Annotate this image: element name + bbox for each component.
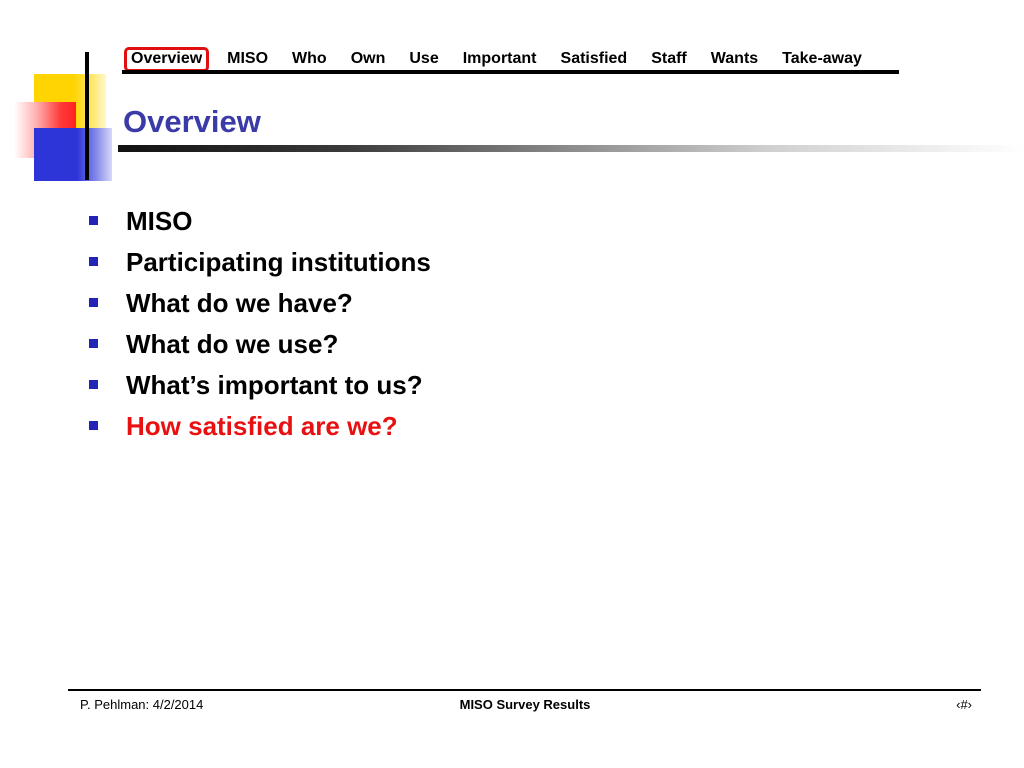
nav-item-miso[interactable]: MISO: [221, 47, 274, 72]
nav-item-take-away[interactable]: Take-away: [776, 47, 868, 72]
list-item: What do we have?: [86, 282, 431, 323]
square-bullet-icon: [89, 380, 98, 389]
footer-presentation-title: MISO Survey Results: [459, 697, 591, 712]
slide-title: Overview: [123, 104, 261, 139]
decorative-blue-square: [34, 128, 112, 181]
footer-author-date: P. Pehlman: 4/2/2014: [80, 697, 204, 712]
nav-item-wants[interactable]: Wants: [705, 47, 764, 72]
bullet-text: What do we have?: [126, 287, 353, 318]
list-item: Participating institutions: [86, 241, 431, 282]
bullet-text-highlighted: How satisfied are we?: [126, 410, 398, 441]
title-gradient-rule: [118, 145, 1024, 152]
footer-rule: [68, 689, 981, 691]
nav-item-overview[interactable]: Overview: [124, 46, 210, 72]
list-item: What’s important to us?: [86, 364, 431, 405]
bullet-text: MISO: [126, 205, 193, 236]
nav-item-use[interactable]: Use: [403, 47, 444, 72]
nav-underline: [122, 70, 899, 74]
list-item: MISO: [86, 200, 431, 241]
square-bullet-icon: [89, 257, 98, 266]
bullet-text: Participating institutions: [126, 246, 431, 277]
nav-item-staff[interactable]: Staff: [645, 47, 693, 72]
nav-item-important[interactable]: Important: [457, 47, 543, 72]
square-bullet-icon: [89, 298, 98, 307]
square-bullet-icon: [89, 339, 98, 348]
square-bullet-icon: [89, 216, 98, 225]
square-bullet-icon: [89, 421, 98, 430]
bullet-text: What’s important to us?: [126, 369, 423, 400]
bullet-text: What do we use?: [126, 328, 339, 359]
list-item: How satisfied are we?: [86, 405, 431, 446]
nav-item-own[interactable]: Own: [345, 47, 392, 72]
decorative-vertical-line: [85, 52, 89, 180]
nav-item-who[interactable]: Who: [286, 47, 333, 72]
bullet-list: MISO Participating institutions What do …: [86, 200, 431, 446]
nav-item-satisfied[interactable]: Satisfied: [555, 47, 634, 72]
list-item: What do we use?: [86, 323, 431, 364]
footer-slide-number: ‹#›: [956, 697, 972, 712]
